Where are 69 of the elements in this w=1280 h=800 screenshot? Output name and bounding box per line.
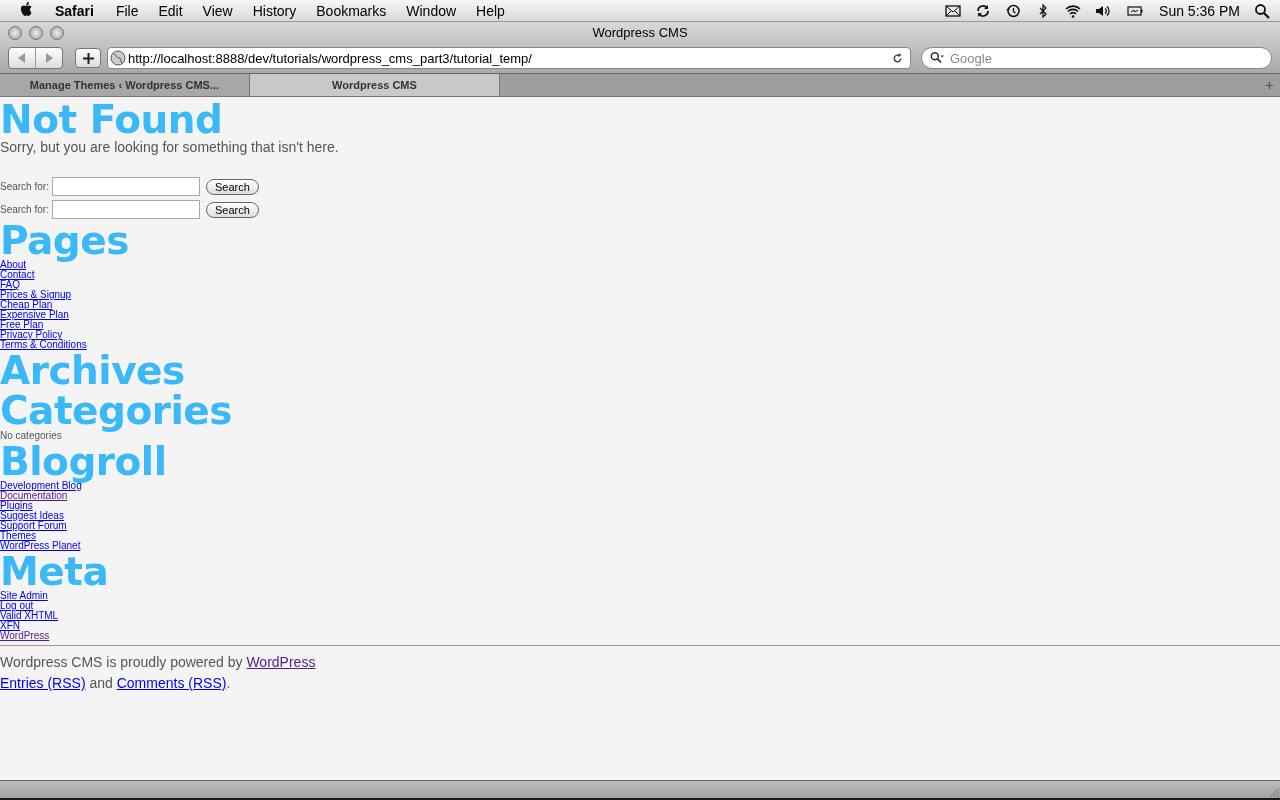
section-heading: Blogroll (0, 442, 168, 481)
time-machine-icon (1005, 2, 1022, 19)
address-field[interactable]: http://localhost:8888/dev/tutorials/wordpress_cms_part3/tutorial_temp/ (107, 47, 911, 69)
link[interactable]: Entries (RSS) (0, 675, 86, 691)
empty-note: No categories (0, 430, 62, 441)
link[interactable]: Terms & Conditions (0, 340, 87, 350)
link[interactable]: Cheap Plan (0, 300, 53, 310)
page-heading: Not Found (0, 100, 223, 139)
search-field[interactable]: Google (921, 47, 1272, 69)
window-control[interactable] (29, 26, 43, 40)
window-control[interactable] (8, 26, 22, 40)
menu-item[interactable]: Safari (49, 2, 106, 19)
search-input[interactable] (51, 200, 200, 219)
search-button[interactable]: Search (205, 178, 259, 195)
section-heading: Categories (0, 391, 233, 430)
globe-icon (110, 50, 126, 66)
link[interactable]: Support Forum (0, 521, 67, 531)
search-input[interactable] (51, 177, 200, 196)
window-control[interactable] (50, 26, 64, 40)
section-heading: Archives (0, 351, 186, 390)
window-title: Wordpress CMS (592, 25, 688, 40)
link[interactable]: Contact (0, 270, 35, 280)
link[interactable]: Development Blog (0, 481, 82, 491)
menu-item[interactable]: Help (466, 2, 515, 19)
section-heading: Meta (0, 552, 110, 591)
mail-icon (945, 2, 962, 19)
link[interactable]: Plugins (0, 501, 33, 511)
link[interactable]: Themes (0, 531, 37, 541)
link[interactable]: Prices & Signup (0, 290, 72, 300)
menubar-clock[interactable]: Sun 5:36 PM (1159, 2, 1240, 19)
plus-icon (82, 52, 94, 64)
add-bookmark-button[interactable] (75, 48, 101, 68)
feeds-text: Entries (RSS) and Comments (RSS). (0, 674, 232, 693)
footer-text: Wordpress CMS is proudly powered by WordPress (0, 653, 317, 672)
menu-item[interactable]: View (192, 2, 243, 19)
search-icon (1254, 2, 1270, 19)
link[interactable]: Expensive Plan (0, 310, 69, 320)
link[interactable]: Suggest Ideas (0, 511, 64, 521)
link[interactable]: Site Admin (0, 591, 48, 601)
wifi-icon (1065, 2, 1082, 19)
link[interactable]: About (0, 260, 27, 270)
link[interactable]: Documentation (0, 491, 68, 501)
link[interactable]: XFN (0, 621, 20, 631)
link[interactable]: WordPress Planet (0, 541, 81, 551)
menu-item[interactable]: Edit (148, 2, 193, 19)
link[interactable]: WordPress (246, 654, 316, 670)
search-label: Search for: (0, 204, 49, 215)
search-label: Search for: (0, 181, 49, 192)
sync-icon (975, 2, 992, 19)
menu-item[interactable]: Bookmarks (306, 2, 397, 19)
right-arrow-icon (45, 53, 53, 63)
menu-item[interactable]: History (242, 2, 307, 19)
link[interactable]: Log out (0, 601, 34, 611)
link[interactable]: WordPress (0, 631, 50, 641)
menu-item[interactable]: Window (396, 2, 467, 19)
plus-icon (1263, 79, 1275, 91)
link[interactable]: Privacy Policy (0, 330, 63, 340)
browser-tab[interactable]: Manage Themes ‹ Wordpress CMS... (0, 74, 250, 96)
search-button[interactable]: Search (205, 201, 259, 218)
link[interactable]: Valid XHTML (0, 611, 59, 621)
left-arrow-icon (18, 53, 26, 63)
link[interactable]: FAQ (0, 280, 20, 290)
message-text: Sorry, but you are looking for something that isn't here. (0, 139, 340, 155)
browser-tab[interactable]: Wordpress CMS (250, 74, 500, 96)
search-icon (928, 51, 946, 65)
menu-item[interactable]: File (105, 2, 149, 19)
link[interactable]: Free Plan (0, 320, 44, 330)
reload-icon (891, 51, 904, 65)
section-heading: Pages (0, 221, 130, 260)
